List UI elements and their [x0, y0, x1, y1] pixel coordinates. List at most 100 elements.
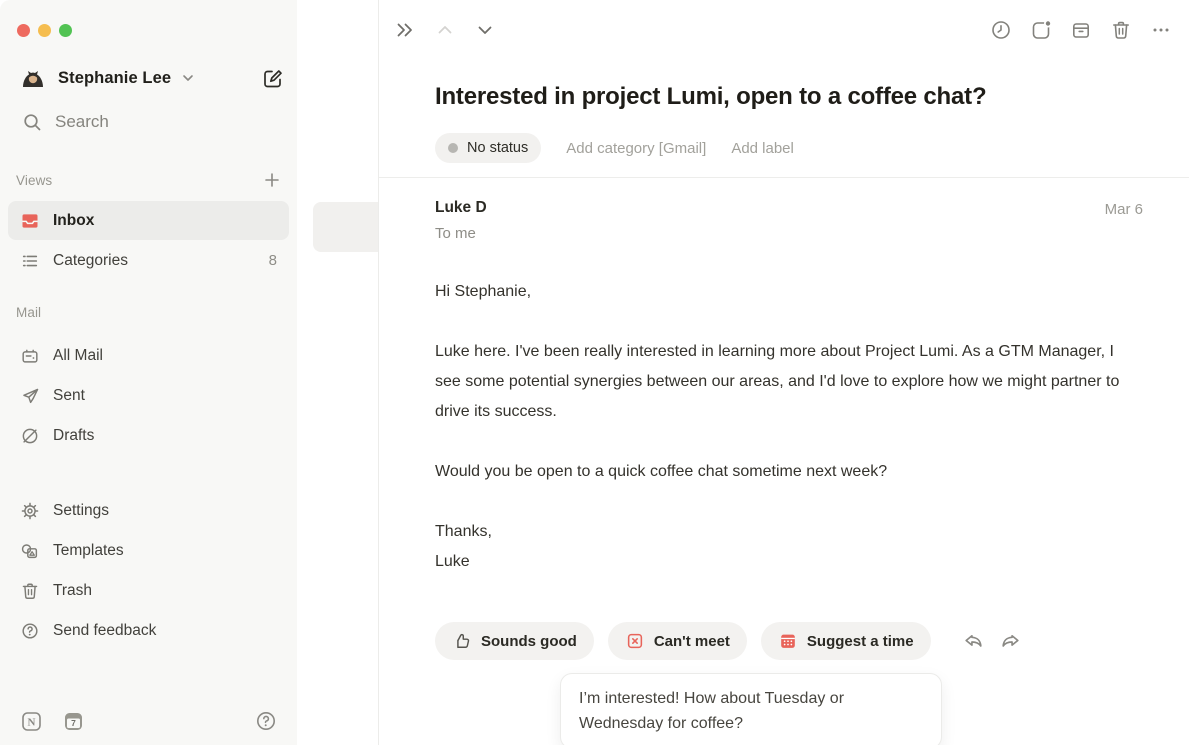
window-controls [17, 24, 72, 37]
sidebar-item-label: Settings [53, 502, 109, 520]
zoom-window-button[interactable] [59, 24, 72, 37]
calendar-icon [778, 631, 798, 651]
suggested-reply-tooltip[interactable]: I’m interested! How about Tuesday or Wed… [560, 673, 942, 745]
avatar [20, 65, 46, 91]
sidebar-item-send-feedback[interactable]: Send feedback [8, 611, 289, 650]
add-category-button[interactable]: Add category [Gmail] [566, 140, 706, 157]
sidebar-item-label: Categories [53, 252, 128, 270]
compose-button[interactable] [261, 67, 283, 89]
quick-reply-label: Sounds good [481, 633, 577, 650]
body-paragraph: Would you be open to a quick coffee chat… [435, 457, 1135, 487]
sidebar-item-trash[interactable]: Trash [8, 571, 289, 610]
close-window-button[interactable] [17, 24, 30, 37]
sidebar-item-label: Sent [53, 387, 85, 405]
forward-button[interactable] [998, 629, 1023, 654]
message-date: Mar 6 [1105, 201, 1143, 218]
search-icon [22, 112, 42, 132]
search-input[interactable]: Search [22, 112, 109, 132]
thumbs-up-icon [452, 631, 472, 651]
reading-toolbar-right [990, 19, 1172, 41]
help-circle-icon [255, 710, 277, 732]
shapes-icon [20, 541, 40, 561]
sidebar-item-categories[interactable]: Categories 8 [8, 241, 289, 280]
panel-divider [378, 0, 379, 745]
chevron-up-icon [434, 19, 456, 41]
archive-button[interactable] [1070, 19, 1092, 41]
sidebar-item-settings[interactable]: Settings [8, 491, 289, 530]
quick-reply-label: Suggest a time [807, 633, 914, 650]
double-chevron-right-icon [394, 19, 416, 41]
selected-email-list-item[interactable] [313, 202, 378, 252]
categories-icon [20, 251, 40, 271]
sidebar-item-sent[interactable]: Sent [8, 376, 289, 415]
drafts-icon [20, 426, 40, 446]
quick-replies-row: Sounds good Can't meet Suggest a time [435, 622, 1023, 660]
clock-icon [990, 19, 1012, 41]
body-paragraph: Hi Stephanie, [435, 277, 1135, 307]
notion-icon: N [21, 711, 42, 732]
reply-button[interactable] [961, 629, 986, 654]
status-chip[interactable]: No status [435, 133, 541, 163]
email-body: Hi Stephanie, Luke here. I've been reall… [435, 277, 1135, 577]
quick-reply-suggest-time[interactable]: Suggest a time [761, 622, 931, 660]
sidebar: Stephanie Lee Search Views [0, 0, 297, 745]
sender-name[interactable]: Luke D [435, 199, 487, 217]
reading-toolbar-left [394, 19, 496, 41]
body-paragraph: Luke [435, 547, 1135, 577]
delete-button[interactable] [1110, 19, 1132, 41]
add-label-button[interactable]: Add label [731, 140, 794, 157]
forward-arrow-icon [998, 629, 1023, 654]
move-to-button[interactable] [1030, 19, 1052, 41]
quick-reply-sounds-good[interactable]: Sounds good [435, 622, 594, 660]
ellipsis-icon [1150, 19, 1172, 41]
sidebar-item-label: Drafts [53, 427, 94, 445]
compose-icon [261, 67, 283, 89]
square-dot-icon [1030, 19, 1052, 41]
chevron-down-icon [181, 71, 195, 85]
previous-email-button[interactable] [434, 19, 456, 41]
archive-icon [1070, 19, 1092, 41]
header-divider [379, 177, 1189, 178]
email-meta-row: No status Add category [Gmail] Add label [435, 133, 794, 163]
sidebar-item-label: Templates [53, 542, 124, 560]
search-placeholder: Search [55, 112, 109, 132]
account-switcher[interactable]: Stephanie Lee [20, 62, 283, 94]
more-options-button[interactable] [1150, 19, 1172, 41]
gear-icon [20, 501, 40, 521]
recipient-line[interactable]: To me [435, 225, 476, 242]
chevron-down-icon [474, 19, 496, 41]
sidebar-item-drafts[interactable]: Drafts [8, 416, 289, 455]
status-dot-icon [448, 143, 458, 153]
sidebar-item-all-mail[interactable]: All Mail [8, 336, 289, 375]
snooze-button[interactable] [990, 19, 1012, 41]
reply-arrow-icon [961, 629, 986, 654]
views-header-label: Views [16, 173, 52, 188]
mail-header-label: Mail [16, 305, 41, 320]
trash-icon [1110, 19, 1132, 41]
help-button[interactable] [255, 710, 277, 732]
expand-list-button[interactable] [394, 19, 416, 41]
minimize-window-button[interactable] [38, 24, 51, 37]
quick-reply-label: Can't meet [654, 633, 730, 650]
help-icon [20, 621, 40, 641]
sidebar-item-inbox[interactable]: Inbox [8, 201, 289, 240]
sidebar-item-templates[interactable]: Templates [8, 531, 289, 570]
add-view-button[interactable] [263, 171, 281, 189]
calendar-app-button[interactable]: 7 [63, 711, 84, 732]
inbox-icon [20, 211, 40, 231]
quick-reply-cant-meet[interactable]: Can't meet [608, 622, 747, 660]
views-section-header: Views [16, 171, 281, 189]
sidebar-item-label: Send feedback [53, 622, 156, 640]
mail-section-header: Mail [16, 305, 281, 320]
x-square-icon [625, 631, 645, 651]
categories-count-badge: 8 [269, 252, 277, 269]
notion-app-button[interactable]: N [21, 711, 42, 732]
body-paragraph: Luke here. I've been really interested i… [435, 337, 1135, 427]
suggested-reply-text: I’m interested! How about Tuesday or Wed… [579, 686, 891, 736]
trash-icon [20, 581, 40, 601]
sidebar-item-label: Trash [53, 582, 92, 600]
sidebar-footer: N 7 [21, 710, 277, 732]
account-name: Stephanie Lee [58, 69, 171, 88]
calendar-app-icon: 7 [63, 711, 84, 732]
next-email-button[interactable] [474, 19, 496, 41]
